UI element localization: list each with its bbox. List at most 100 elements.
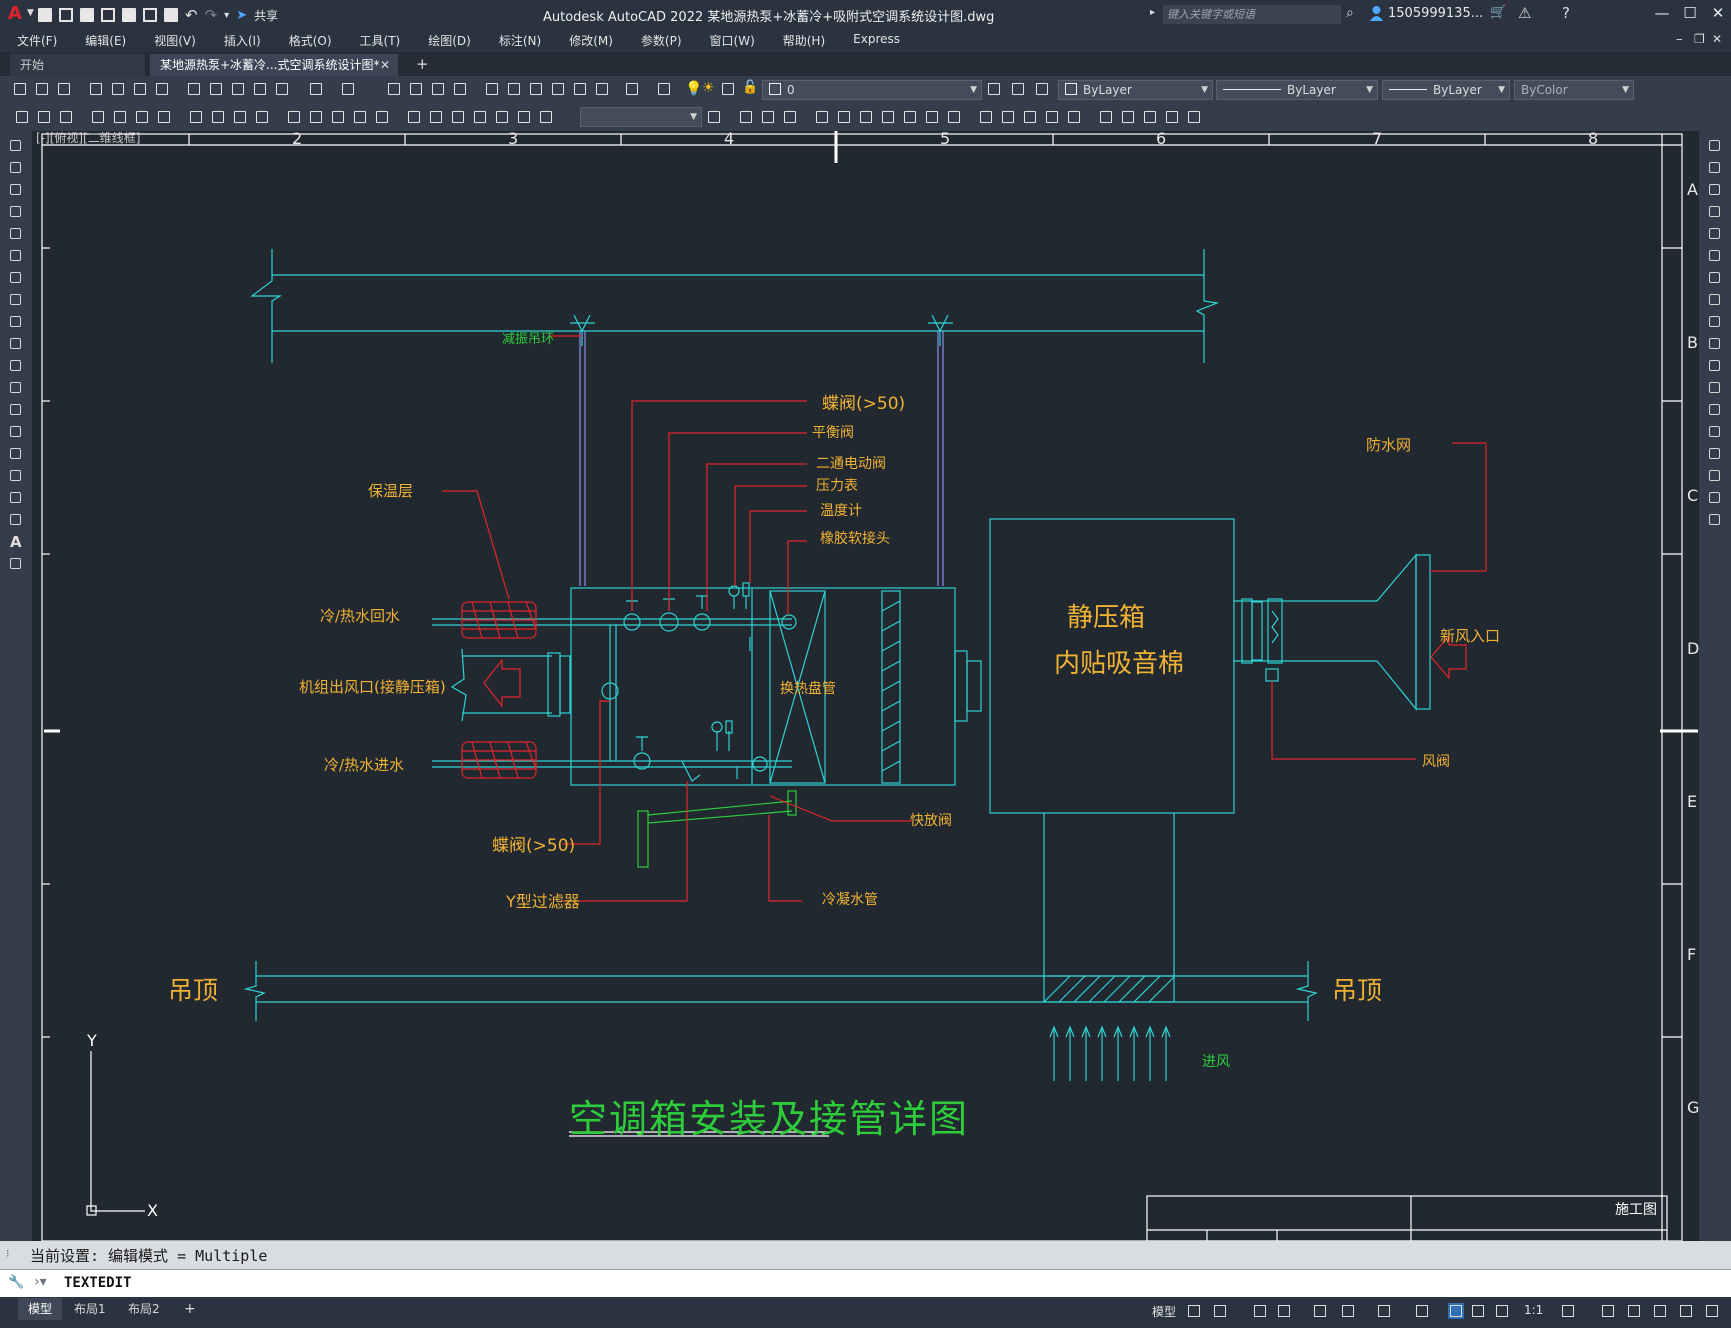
ellipse-arc-icon[interactable] — [9, 359, 23, 373]
jogged-dim-icon[interactable] — [210, 109, 226, 125]
make-current-layer-icon[interactable] — [986, 81, 1002, 97]
minimize-button[interactable]: — — [1650, 4, 1674, 22]
plot-icon[interactable] — [164, 8, 178, 22]
sheet-set-icon[interactable] — [550, 81, 566, 97]
qnew-icon[interactable] — [12, 81, 28, 97]
point-icon[interactable] — [9, 425, 23, 439]
menu-insert[interactable]: 插入(I) — [207, 30, 272, 52]
redo-icon[interactable]: ↷ — [205, 6, 218, 24]
workspace-gear-icon[interactable] — [1560, 1303, 1576, 1319]
stretch-icon[interactable] — [902, 109, 918, 125]
center-mark-icon[interactable] — [428, 109, 444, 125]
spline-icon[interactable] — [9, 315, 23, 329]
publish-icon[interactable] — [132, 81, 148, 97]
block-tool-icon[interactable] — [36, 109, 52, 125]
search-expand-icon[interactable]: ▸ — [1150, 7, 1155, 18]
zoom-realtime-icon[interactable] — [408, 81, 424, 97]
fillet-modify-icon[interactable] — [1708, 469, 1722, 483]
explode-icon[interactable] — [1066, 109, 1082, 125]
annotation-visibility-icon[interactable] — [1448, 1303, 1464, 1319]
open-web-icon[interactable] — [122, 8, 136, 22]
break-point-icon[interactable] — [1708, 381, 1722, 395]
dim-break-icon[interactable] — [374, 109, 390, 125]
add-selected-icon[interactable] — [9, 557, 23, 571]
doc-restore-button[interactable]: ❐ — [1694, 32, 1705, 46]
table-icon[interactable] — [9, 513, 23, 527]
new-layout-button[interactable]: + — [174, 1298, 206, 1320]
multiline-text-icon[interactable]: A — [10, 533, 22, 551]
edit-tool-icon[interactable] — [14, 109, 30, 125]
fillet-icon[interactable] — [1044, 109, 1060, 125]
properties-icon[interactable] — [484, 81, 500, 97]
draw-order-below-icon[interactable] — [1164, 109, 1180, 125]
dim-update-icon[interactable] — [538, 109, 554, 125]
polyline-icon[interactable] — [9, 183, 23, 197]
hatch-icon[interactable] — [9, 447, 23, 461]
copy-icon[interactable] — [208, 81, 224, 97]
cart-icon[interactable]: 🛒 — [1490, 5, 1506, 20]
construction-line-icon[interactable] — [9, 161, 23, 175]
menu-express[interactable]: Express — [836, 30, 911, 52]
search-icon[interactable]: ⌕ — [1346, 5, 1354, 21]
ordinate-dim-icon[interactable] — [156, 109, 172, 125]
pan-icon[interactable] — [386, 81, 402, 97]
extend-icon[interactable] — [946, 109, 962, 125]
annotation-monitor-icon[interactable] — [1600, 1303, 1616, 1319]
user-account[interactable]: 1505999135... — [1388, 6, 1483, 21]
aligned-dim-icon[interactable] — [112, 109, 128, 125]
trim-modify-icon[interactable] — [1708, 337, 1722, 351]
move-modify-icon[interactable] — [1708, 249, 1722, 263]
radius-dim-icon[interactable] — [188, 109, 204, 125]
arc-icon[interactable] — [9, 249, 23, 263]
lightbulb-icon[interactable]: 💡 — [685, 81, 702, 97]
make-block-icon[interactable] — [9, 403, 23, 417]
circle-icon[interactable] — [9, 271, 23, 285]
offset-modify-icon[interactable] — [1708, 205, 1722, 219]
zoom-window-icon[interactable] — [430, 81, 446, 97]
zoom-previous-icon[interactable] — [452, 81, 468, 97]
color-dropdown[interactable]: ByLayer ▼ — [1058, 80, 1213, 100]
plotstyle-dropdown[interactable]: ByColor ▼ — [1514, 80, 1634, 100]
share-icon[interactable]: ➤ — [236, 8, 247, 23]
drawing-svg[interactable] — [32, 131, 1699, 1241]
baseline-dim-icon[interactable] — [308, 109, 324, 125]
break-modify-icon[interactable] — [1708, 403, 1722, 417]
rotate-icon[interactable] — [858, 109, 874, 125]
menu-parametric[interactable]: 参数(P) — [624, 30, 693, 52]
clean-screen-icon[interactable] — [1678, 1303, 1694, 1319]
blend-curves-icon[interactable] — [1708, 491, 1722, 505]
quick-dim-icon[interactable] — [286, 109, 302, 125]
paste-icon[interactable] — [230, 81, 246, 97]
revision-cloud-icon[interactable] — [9, 293, 23, 307]
erase-icon[interactable] — [1708, 139, 1722, 153]
extend-modify-icon[interactable] — [1708, 359, 1722, 373]
layer-properties-icon[interactable] — [656, 81, 672, 97]
dim-edit-icon[interactable] — [494, 109, 510, 125]
markup-icon[interactable] — [572, 81, 588, 97]
insert-block-icon[interactable] — [9, 381, 23, 395]
command-grip-icon[interactable]: ⁝ — [6, 1247, 10, 1260]
dim-space-icon[interactable] — [352, 109, 368, 125]
array-icon[interactable] — [814, 109, 830, 125]
viewport-controls[interactable]: [-][俯视][二维线框] — [36, 131, 140, 146]
new-tab-button[interactable]: + — [416, 55, 429, 73]
menu-view[interactable]: 视图(V) — [137, 30, 207, 52]
snap-icon[interactable] — [1212, 1303, 1228, 1319]
layer-dropdown[interactable]: 0 ▼ — [762, 80, 982, 100]
object-snap-icon[interactable] — [1376, 1303, 1392, 1319]
line-icon[interactable] — [9, 139, 23, 153]
quick-properties-icon[interactable] — [1652, 1303, 1668, 1319]
text-to-front-icon[interactable] — [1186, 109, 1202, 125]
chamfer-modify-icon[interactable] — [1708, 447, 1722, 461]
grid-icon[interactable] — [1186, 1303, 1202, 1319]
units-icon[interactable] — [1626, 1303, 1642, 1319]
help-tool-icon[interactable] — [624, 81, 640, 97]
save-web-icon[interactable] — [143, 8, 157, 22]
design-center-icon[interactable] — [506, 81, 522, 97]
user-icon[interactable] — [1370, 5, 1383, 21]
move-icon[interactable] — [836, 109, 852, 125]
menu-file[interactable]: 文件(F) — [0, 30, 68, 52]
offset-icon[interactable] — [782, 109, 798, 125]
menu-help[interactable]: 帮助(H) — [766, 30, 836, 52]
continue-dim-icon[interactable] — [330, 109, 346, 125]
